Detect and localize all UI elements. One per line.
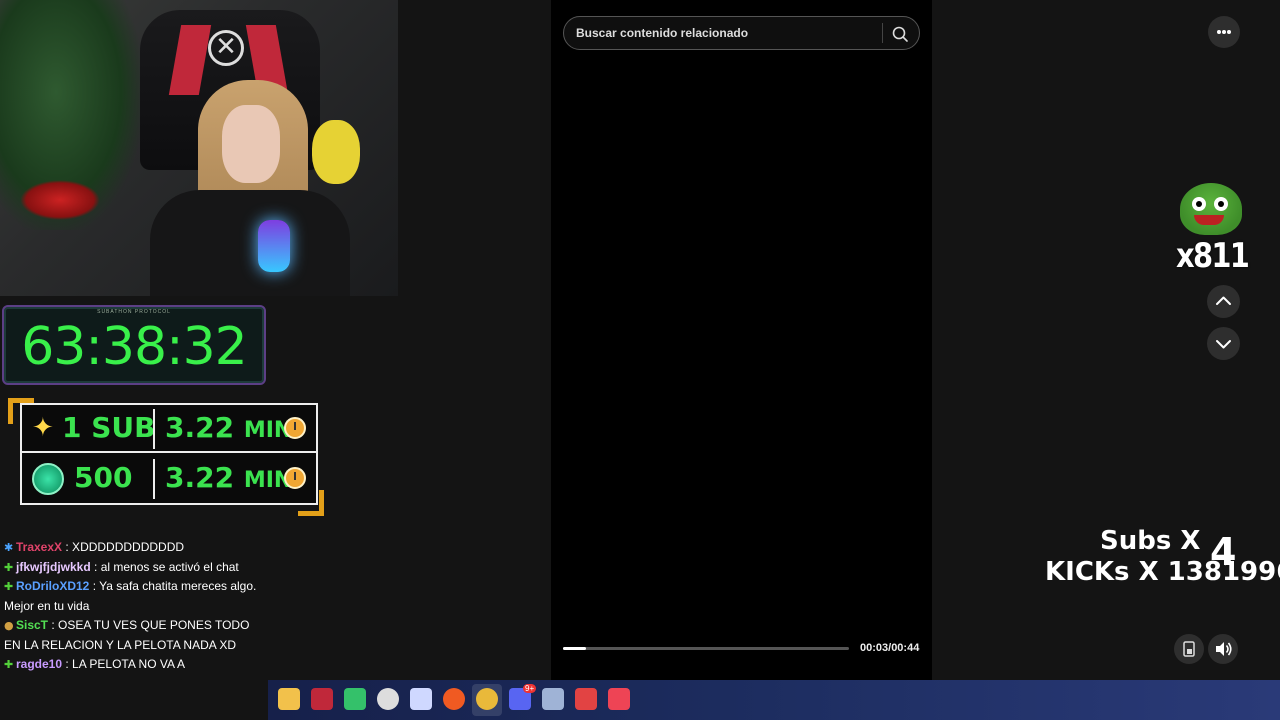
streamer-body [150, 190, 350, 296]
webcam-feed: ✕ [0, 0, 398, 296]
chat-username[interactable]: jfkwjfjdjwkkd [16, 560, 91, 574]
chair-logo-icon: ✕ [208, 30, 244, 66]
chat-message: ● SiscT : OSEA TU VES QUE PONES TODO EN L… [0, 616, 268, 655]
chat-username[interactable]: ragde10 [16, 657, 62, 671]
chat-panel: ✱ TraxexX : XDDDDDDDDDDDD ✚ jfkwjfjdjwkkd :… [0, 518, 268, 720]
chat-badge-icon: ✚ [4, 580, 14, 593]
chat-message: ✱ TraxexX : XDDDDDDDDDDDD [0, 538, 268, 558]
subathon-rates: ✦ 1 SUB 3.22 MIN 500 3.22 MIN [20, 403, 318, 505]
rate-divider [153, 459, 155, 499]
timer-header: SUBATHON PROTOCOL [97, 309, 171, 315]
clock-icon [284, 417, 306, 439]
rate-row: 500 3.22 MIN [22, 455, 316, 503]
streamlabs-icon[interactable] [575, 688, 597, 710]
sparkle-icon: ✦ [32, 413, 54, 443]
previous-video-button[interactable] [1207, 285, 1240, 318]
brave-icon[interactable] [443, 688, 465, 710]
chat-badge-icon: ✚ [4, 560, 14, 574]
pip-icon [1183, 641, 1195, 657]
subathon-timer: SUBATHON PROTOCOL 63:38:32 [2, 305, 266, 385]
kick-gem-icon [32, 463, 64, 495]
rate-amount: 3.22 MIN [165, 411, 293, 444]
clock-icon [284, 467, 306, 489]
video-progress-bar[interactable] [563, 647, 849, 650]
subs-counter-label: Subs X [1100, 526, 1201, 556]
kicks-counter: KICKs X 1381996 [1045, 557, 1280, 587]
chat-username[interactable]: TraxexX [16, 540, 62, 554]
more-options-button[interactable] [1208, 16, 1240, 48]
picture-in-picture-button[interactable] [1174, 634, 1204, 664]
volume-icon [1216, 642, 1232, 656]
plush-toy [312, 120, 360, 184]
search-bar [563, 16, 920, 50]
rate-row: ✦ 1 SUB 3.22 MIN [22, 405, 316, 453]
video-player[interactable] [551, 0, 932, 680]
more-dot [1217, 30, 1221, 34]
chat-message: ✚ ragde10 : LA PELOTA NO VA A [0, 655, 268, 675]
tree-skirt [20, 180, 100, 220]
chat-username[interactable]: SiscT [16, 618, 48, 632]
search-input[interactable] [564, 17, 882, 49]
pepe-emote-icon [1180, 183, 1242, 235]
search-icon [892, 26, 908, 42]
emote-mouth [1194, 215, 1224, 225]
microphone [258, 220, 290, 272]
chevron-down-icon [1216, 340, 1231, 349]
chat-text: : al menos se activó el chat [94, 559, 239, 574]
emote-count: x811 [1176, 236, 1250, 276]
rate-divider [153, 409, 155, 449]
obs-icon[interactable] [377, 688, 399, 710]
volume-button[interactable] [1208, 634, 1238, 664]
taskbar: 9+ [268, 680, 1280, 720]
rate-label: 1 SUB [62, 411, 156, 444]
more-dot [1222, 30, 1226, 34]
kick-app-icon[interactable] [311, 688, 333, 710]
rate-label: 500 [74, 461, 133, 494]
chat-text: : LA PELOTA NO VA A [65, 657, 185, 671]
chat-badge-icon: ● [4, 619, 14, 632]
search-button[interactable] [887, 21, 913, 47]
chat-username[interactable]: RoDriloXD12 [16, 579, 89, 593]
chevron-up-icon [1216, 296, 1231, 305]
discord-notification-badge: 9+ [523, 684, 537, 693]
search-divider [882, 23, 883, 43]
file-explorer-icon[interactable] [278, 688, 300, 710]
video-time: 00:03/00:44 [860, 642, 920, 654]
chat-message: ✚ jfkwjfjdjwkkd : al menos se activó el c… [0, 558, 268, 578]
steam-icon[interactable] [542, 688, 564, 710]
valorant-icon[interactable] [608, 688, 630, 710]
rate-amount: 3.22 MIN [165, 461, 293, 494]
video-progress-fill [563, 647, 587, 650]
chat-message: ✚ RoDriloXD12 : Ya safa chatita mereces a… [0, 577, 268, 616]
timer-value: 63:38:32 [21, 317, 248, 377]
emote-eye [1214, 197, 1228, 211]
streamer-face [222, 105, 280, 183]
chat-text: : XDDDDDDDDDDDD [65, 540, 185, 554]
play-store-icon[interactable] [344, 688, 366, 710]
chat-badge-icon: ✚ [4, 658, 14, 671]
emote-eye [1192, 197, 1206, 211]
more-dot [1227, 30, 1231, 34]
chrome-icon[interactable] [476, 688, 498, 710]
chat-badge-icon: ✱ [4, 541, 14, 554]
next-video-button[interactable] [1207, 327, 1240, 360]
frame-corner-bottom-right [298, 490, 324, 516]
editor-icon[interactable] [410, 688, 432, 710]
